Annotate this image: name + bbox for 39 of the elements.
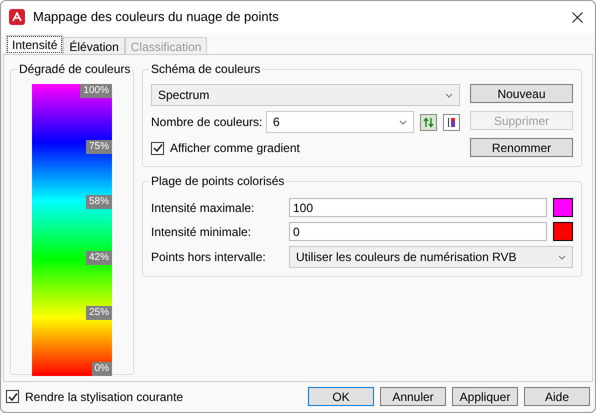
window-title: Mappage des couleurs du nuage de points xyxy=(33,8,280,26)
percent-label: 58% xyxy=(86,195,112,210)
percent-label: 0% xyxy=(92,362,112,376)
swap-arrows-icon[interactable] xyxy=(420,114,437,130)
color-swatch[interactable] xyxy=(553,222,573,241)
group-title: Plage de points colorisés xyxy=(149,173,286,189)
checkbox[interactable] xyxy=(151,142,164,154)
scheme-dropdown[interactable]: Spectrum xyxy=(151,84,460,106)
field-label: Points hors intervalle: xyxy=(151,249,267,266)
app-logo-icon xyxy=(9,9,25,25)
caret-icon xyxy=(445,92,453,98)
percent-label: 100% xyxy=(80,84,112,98)
field-label: Intensité maximale: xyxy=(151,200,256,216)
field-label: Nombre de couleurs: xyxy=(151,114,260,131)
dialog-button[interactable]: Appliquer xyxy=(452,387,518,406)
dialog-button[interactable]: Nouveau xyxy=(470,84,573,103)
dialog-button[interactable]: Renommer xyxy=(470,138,573,157)
checkbox[interactable] xyxy=(6,390,19,403)
dialog-button[interactable]: OK xyxy=(308,387,374,406)
percent-label: 75% xyxy=(86,140,112,154)
tab[interactable]: Intensité xyxy=(6,35,64,54)
dialog-button[interactable]: Aide xyxy=(524,387,590,406)
caret-icon xyxy=(399,120,407,124)
group-title: Dégradé de couleurs xyxy=(17,61,132,77)
color-order-icon[interactable] xyxy=(443,114,460,130)
checkbox-label: Afficher comme gradient xyxy=(170,140,300,157)
tab[interactable]: Élévation xyxy=(63,37,125,54)
checkbox-label: Rendre la stylisation courante xyxy=(25,388,184,406)
percent-label: 42% xyxy=(86,250,112,265)
input-field[interactable]: 100 xyxy=(289,198,547,217)
field-label: Intensité minimale: xyxy=(151,224,252,240)
close-icon[interactable] xyxy=(572,12,583,22)
percent-label: 25% xyxy=(86,306,112,320)
color-swatch[interactable] xyxy=(553,198,573,217)
out-of-range-dropdown[interactable]: Utiliser les couleurs de numérisation RVB xyxy=(289,246,573,268)
input-field[interactable]: 0 xyxy=(289,222,547,241)
dialog-button[interactable]: Annuler xyxy=(380,387,446,406)
caret-icon xyxy=(558,254,566,260)
count-dropdown[interactable]: 6 xyxy=(266,111,414,133)
